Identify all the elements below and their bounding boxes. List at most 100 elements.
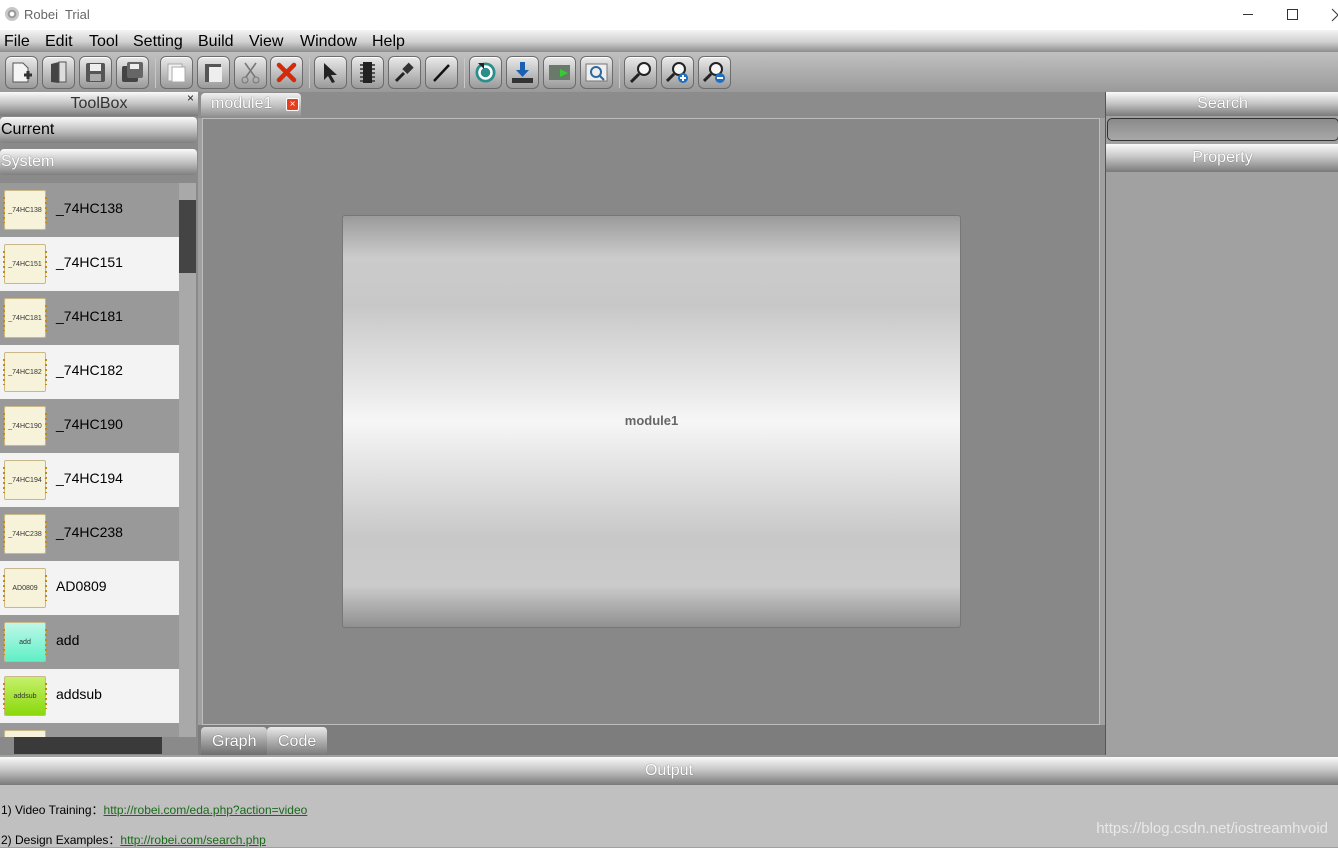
- tab-code[interactable]: Code: [267, 727, 327, 755]
- open-book-icon: [51, 61, 67, 83]
- component-name: _74HC194: [56, 470, 123, 486]
- waveform-button[interactable]: [580, 56, 613, 89]
- horizontal-scrollbar-thumb[interactable]: [14, 737, 162, 754]
- list-item[interactable]: _74HC181 _74HC181: [0, 291, 179, 345]
- copy-button[interactable]: [160, 56, 193, 89]
- component-chip-icon: [4, 730, 46, 737]
- chip-pins-icon: [360, 62, 375, 83]
- menu-window[interactable]: Window: [300, 33, 357, 51]
- tab-module1[interactable]: module1 ×: [201, 93, 301, 118]
- list-item[interactable]: [0, 723, 179, 737]
- delete-button[interactable]: [270, 56, 303, 89]
- output-label: 2) Design Examples：: [1, 833, 121, 847]
- tab-label: module1: [211, 95, 273, 112]
- category-system[interactable]: System: [0, 149, 197, 175]
- component-chip-icon: _74HC151: [3, 244, 47, 284]
- component-chip-icon: _74HC190: [3, 406, 47, 446]
- close-window-button[interactable]: [1317, 0, 1338, 30]
- save-button[interactable]: [79, 56, 112, 89]
- monitor-magnify-icon: [585, 63, 608, 82]
- pin-tool-button[interactable]: [351, 56, 384, 89]
- component-name: _74HC190: [56, 416, 123, 432]
- probe-icon: [394, 62, 414, 83]
- list-item[interactable]: AD0809 AD0809: [0, 561, 179, 615]
- maximize-button[interactable]: [1271, 0, 1317, 30]
- component-name: _74HC181: [56, 308, 123, 324]
- toolbar-separator: [155, 58, 156, 88]
- cut-button[interactable]: [234, 56, 267, 89]
- component-name: addsub: [56, 686, 102, 702]
- list-item[interactable]: _74HC190 _74HC190: [0, 399, 179, 453]
- toolbox-close-button[interactable]: ×: [187, 92, 194, 104]
- menu-build[interactable]: Build: [198, 33, 234, 51]
- list-item[interactable]: addsub addsub: [0, 669, 179, 723]
- download-button[interactable]: [506, 56, 539, 89]
- list-item[interactable]: _74HC238 _74HC238: [0, 507, 179, 561]
- component-chip-icon: _74HC238: [3, 514, 47, 554]
- probe-tool-button[interactable]: [388, 56, 421, 89]
- toolbar-separator: [309, 58, 310, 88]
- new-file-icon: [12, 62, 32, 83]
- play-screen-icon: [549, 65, 570, 80]
- right-panel: Search Property: [1105, 92, 1338, 755]
- zoom-in-button[interactable]: [661, 56, 694, 89]
- component-chip-icon: add: [3, 622, 47, 662]
- tab-close-icon[interactable]: ×: [286, 98, 299, 111]
- component-name: _74HC138: [56, 200, 123, 216]
- toolbar-separator: [619, 58, 620, 88]
- refresh-circle-icon: [475, 62, 496, 83]
- design-examples-link[interactable]: http://robei.com/search.php: [120, 833, 265, 847]
- component-chip-icon: _74HC182: [3, 352, 47, 392]
- select-tool-button[interactable]: [314, 56, 347, 89]
- list-item[interactable]: _74HC138 _74HC138: [0, 183, 179, 237]
- toolbar: [0, 52, 1338, 92]
- save-all-button[interactable]: [116, 56, 149, 89]
- magnifier-icon: [629, 62, 651, 84]
- toolbar-separator: [464, 58, 465, 88]
- menu-setting[interactable]: Setting: [133, 33, 183, 51]
- wire-tool-button[interactable]: [425, 56, 458, 89]
- save-all-icon: [122, 62, 143, 82]
- design-canvas[interactable]: module1: [202, 118, 1100, 725]
- download-tray-icon: [512, 62, 533, 83]
- menu-edit[interactable]: Edit: [45, 33, 73, 51]
- component-name: AD0809: [56, 578, 107, 594]
- tab-graph[interactable]: Graph: [201, 727, 267, 755]
- list-item[interactable]: _74HC182 _74HC182: [0, 345, 179, 399]
- close-icon: [1331, 8, 1338, 22]
- list-item[interactable]: _74HC194 _74HC194: [0, 453, 179, 507]
- module-block[interactable]: module1: [342, 215, 961, 628]
- property-header: Property: [1106, 144, 1338, 172]
- simulate-button[interactable]: [543, 56, 576, 89]
- paste-icon: [205, 64, 222, 82]
- menu-tool[interactable]: Tool: [89, 33, 118, 51]
- list-item[interactable]: add add: [0, 615, 179, 669]
- zoom-out-button[interactable]: [698, 56, 731, 89]
- minimize-button[interactable]: [1225, 0, 1271, 30]
- search-input[interactable]: [1107, 118, 1338, 141]
- video-training-link[interactable]: http://robei.com/eda.php?action=video: [104, 803, 308, 817]
- zoom-fit-button[interactable]: [624, 56, 657, 89]
- component-chip-icon: _74HC138: [3, 190, 47, 230]
- list-item[interactable]: _74HC151 _74HC151: [0, 237, 179, 291]
- category-current[interactable]: Current: [0, 117, 197, 143]
- component-list: _74HC138 _74HC138 _74HC151 _74HC151 _74HC1…: [0, 183, 179, 737]
- robei-gear-icon: [5, 7, 19, 21]
- compile-button[interactable]: [469, 56, 502, 89]
- copy-icon: [167, 63, 186, 83]
- pointer-arrow-icon: [324, 63, 337, 83]
- component-name: _74HC182: [56, 362, 123, 378]
- module-label: module1: [624, 413, 679, 428]
- open-file-button[interactable]: [42, 56, 75, 89]
- new-file-button[interactable]: [5, 56, 38, 89]
- paste-button[interactable]: [197, 56, 230, 89]
- component-chip-icon: addsub: [3, 676, 47, 716]
- wire-line-icon: [433, 64, 450, 82]
- menu-bar: File Edit Tool Setting Build View Window…: [0, 30, 1338, 52]
- scrollbar-thumb[interactable]: [179, 200, 196, 273]
- menu-help[interactable]: Help: [372, 33, 405, 51]
- menu-view[interactable]: View: [249, 33, 283, 51]
- zoom-out-icon: [703, 62, 725, 83]
- output-line: 1) Video Training：http://robei.com/eda.p…: [1, 801, 307, 818]
- menu-file[interactable]: File: [4, 33, 30, 51]
